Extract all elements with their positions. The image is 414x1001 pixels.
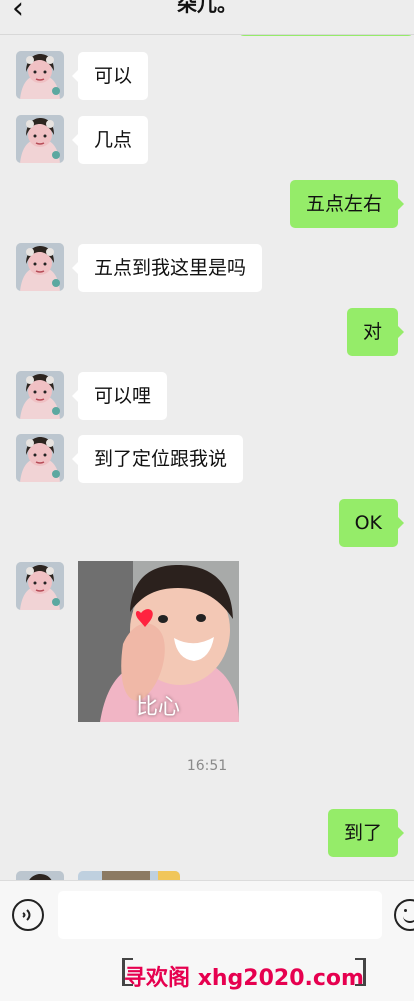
- contact-avatar[interactable]: [16, 115, 64, 163]
- received-message[interactable]: 五点到我这里是吗: [71, 244, 263, 292]
- contact-avatar[interactable]: [16, 243, 64, 291]
- contact-avatar[interactable]: [16, 434, 64, 482]
- sent-message[interactable]: 到了: [327, 809, 405, 857]
- voice-icon[interactable]: [12, 899, 44, 931]
- sent-message[interactable]: OK: [338, 499, 405, 547]
- contact-avatar[interactable]: [16, 871, 64, 880]
- sent-message[interactable]: 五点左右: [289, 180, 405, 228]
- sent-message[interactable]: 对: [346, 308, 405, 356]
- message-timestamp: 16:51: [186, 758, 228, 774]
- received-message[interactable]: 可以哩: [71, 372, 168, 420]
- received-message[interactable]: 到了定位跟我说: [71, 435, 244, 483]
- chat-title: 朵儿。: [177, 0, 237, 16]
- contact-avatar[interactable]: [16, 562, 64, 610]
- sticker-message[interactable]: 比心: [78, 561, 239, 722]
- emoji-icon[interactable]: [394, 899, 414, 931]
- chat-history: 可以 几点 五点左右 五点到我这里是吗 对 可以哩 到了定位跟我说 OK 比心 …: [0, 0, 414, 880]
- chat-header: ‹ 朵儿。: [0, 0, 414, 35]
- contact-avatar[interactable]: [16, 51, 64, 99]
- sticker-caption: 比心: [136, 695, 181, 720]
- watermark-text: 寻欢阁 xhg2020.com: [124, 966, 364, 991]
- message-input[interactable]: [58, 891, 382, 939]
- contact-avatar[interactable]: [16, 371, 64, 419]
- received-message[interactable]: 可以: [71, 52, 149, 100]
- image-preview: [78, 871, 180, 880]
- site-watermark: 寻欢阁 xhg2020.com: [122, 958, 366, 991]
- image-message-preview[interactable]: [78, 871, 180, 880]
- received-message[interactable]: 几点: [71, 116, 149, 164]
